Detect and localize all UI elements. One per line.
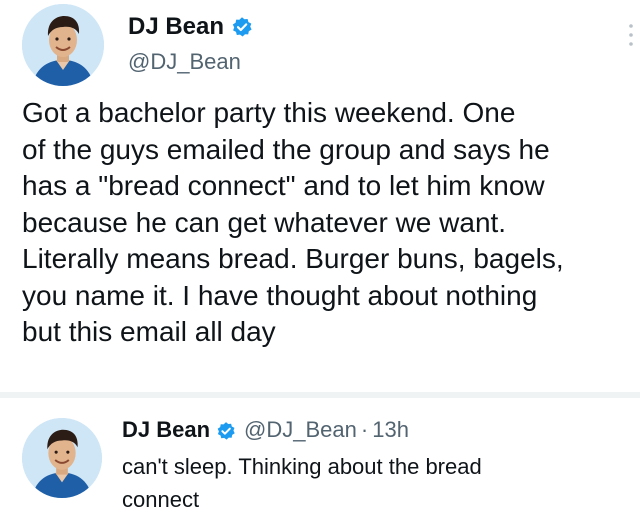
verified-badge-icon xyxy=(231,16,253,38)
tweet-text-line: you name it. I have thought about nothin… xyxy=(22,279,538,311)
author-name-row: DJ Bean xyxy=(128,12,253,42)
reply-text-line: can't sleep. Thinking about the bread xyxy=(122,454,482,479)
more-options-icon[interactable] xyxy=(626,22,636,48)
verified-badge-icon xyxy=(216,420,236,440)
reply-separator: · xyxy=(360,417,369,442)
reply-text: can't sleep. Thinking about the bread co… xyxy=(122,450,622,516)
reply-handle[interactable]: @DJ_Bean xyxy=(244,416,357,444)
avatar[interactable] xyxy=(22,418,102,498)
tweet-text-line: Got a bachelor party this weekend. One xyxy=(22,97,516,128)
tweet-text-line: because he can get whatever we want. xyxy=(22,206,507,238)
avatar[interactable] xyxy=(22,4,104,86)
author-display-name[interactable]: DJ Bean xyxy=(128,12,224,42)
tweet-text-line: Literally means bread. Burger buns, bage… xyxy=(22,243,564,274)
tweet-text-line: but this email all day xyxy=(22,316,276,347)
tweet-text-line: of the guys emailed the group and says h… xyxy=(22,133,550,165)
tweet-text-line: has a "bread connect" and to let him kno… xyxy=(22,170,545,201)
reply-tweet[interactable]: DJ Bean @DJ_Bean · 13h can't sleep. Thin… xyxy=(0,398,640,530)
tweet-text: Got a bachelor party this weekend. One o… xyxy=(22,95,632,351)
author-handle[interactable]: @DJ_Bean xyxy=(128,48,241,76)
reply-timestamp[interactable]: 13h xyxy=(372,416,409,444)
avatar-portrait-icon xyxy=(22,4,104,86)
avatar-portrait-icon xyxy=(22,418,102,498)
reply-text-line: connect xyxy=(122,487,200,512)
reply-display-name[interactable]: DJ Bean xyxy=(122,416,210,444)
main-tweet: DJ Bean @DJ_Bean Got a bachelor party th… xyxy=(0,0,640,392)
reply-header: DJ Bean @DJ_Bean · 13h xyxy=(122,416,409,444)
